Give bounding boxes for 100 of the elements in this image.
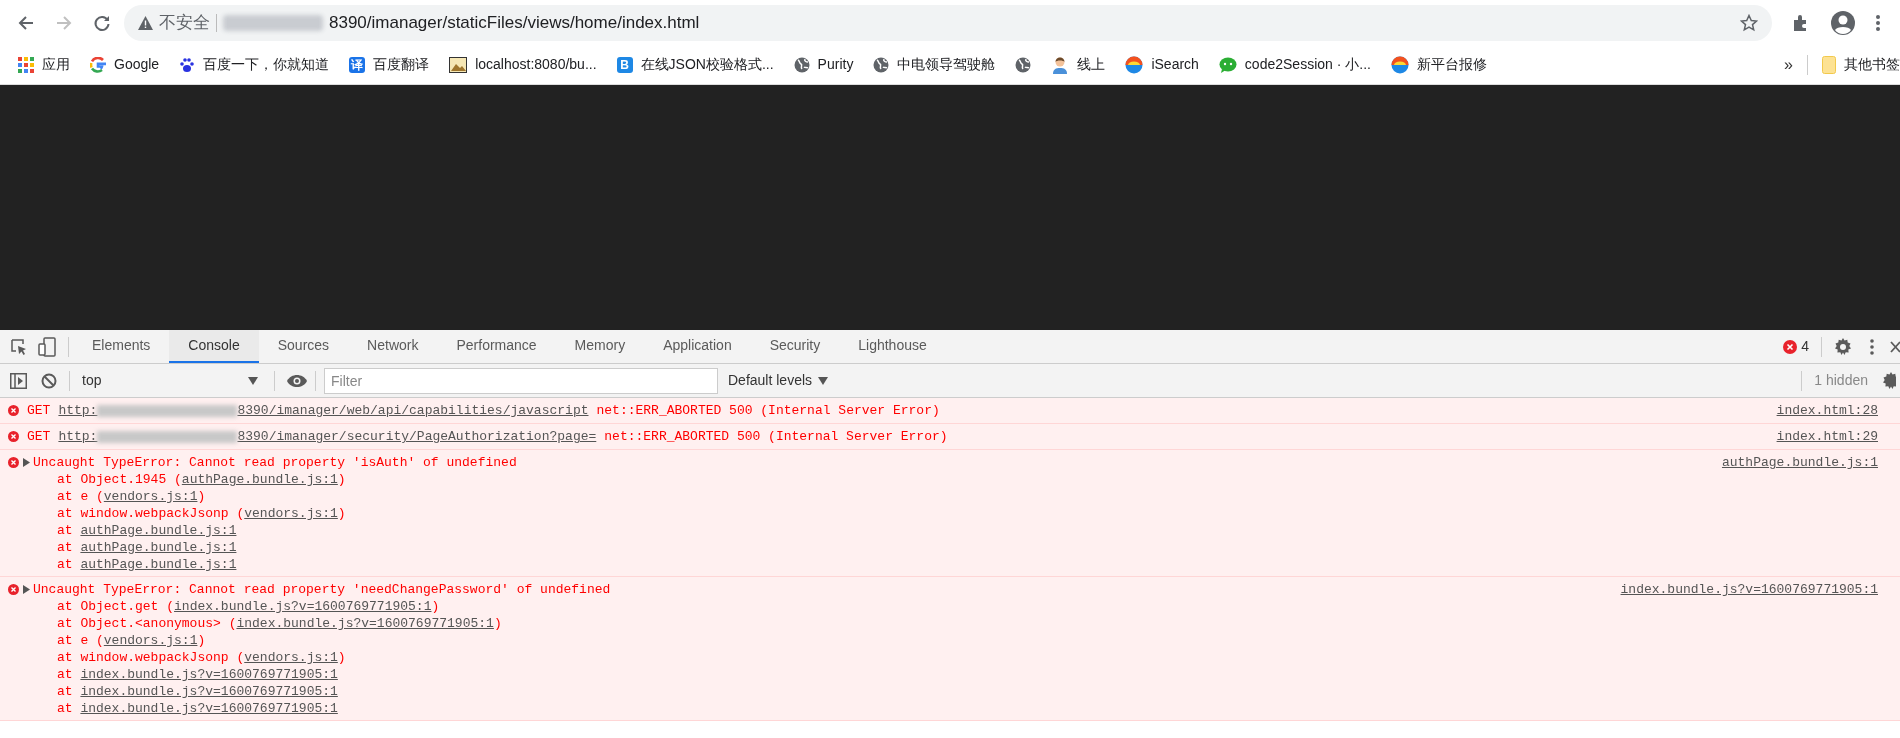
error-text: net::ERR_ABORTED 500 (Internal Server Error): [596, 402, 940, 419]
left-arrow-icon: [17, 13, 35, 32]
bookmark-item[interactable]: 应用: [18, 54, 70, 75]
devtools-tab[interactable]: Memory: [555, 330, 645, 363]
stack-frame-link[interactable]: vendors.js:1: [103, 488, 198, 505]
stack-frame-link[interactable]: index.bundle.js?v=1600769771905:1: [80, 666, 338, 683]
bookmark-item[interactable]: 百度一下，你就知道: [179, 54, 330, 75]
stack-frame-link[interactable]: authPage.bundle.js:1: [181, 471, 338, 488]
error-message: Uncaught TypeError: Cannot read property 'needChangePassword' of undefined: [33, 581, 611, 598]
clear-console-icon[interactable]: [41, 372, 57, 389]
stack-frame-link[interactable]: vendors.js:1: [103, 632, 198, 649]
expand-triangle-icon[interactable]: [23, 585, 31, 594]
stack-frame-text: ): [493, 615, 502, 632]
filter-input[interactable]: Filter: [324, 367, 718, 394]
error-icon: [8, 457, 19, 468]
stack-frame-link[interactable]: authPage.bundle.js:1: [80, 539, 237, 556]
url-text: 8390/imanager/staticFiles/views/home/index.html: [329, 11, 700, 34]
stack-frame-text: ): [337, 471, 346, 488]
request-url-link[interactable]: http: 8390/imanager/web/api/capabilities/javascript: [58, 402, 589, 419]
device-toolbar-icon[interactable]: [38, 336, 56, 357]
error-icon: [8, 405, 19, 416]
devtools-tab[interactable]: Application: [644, 330, 751, 363]
globe-icon: [793, 56, 810, 73]
address-bar[interactable]: 不安全 8390/imanager/staticFiles/views/home/index.html: [124, 4, 1772, 41]
stack-frame-text: at e (: [57, 488, 104, 505]
stack-frame-link[interactable]: index.bundle.js?v=1600769771905:1: [80, 683, 338, 700]
stack-frame-text: ): [337, 505, 346, 522]
request-url-link[interactable]: http: 8390/imanager/security/PageAuthorization?page=: [58, 428, 597, 445]
settings-icon[interactable]: [1834, 337, 1852, 356]
stack-frame-text: at Object.<anonymous> (: [57, 615, 237, 632]
expand-triangle-icon[interactable]: [23, 458, 31, 467]
stack-frame-text: ): [197, 488, 206, 505]
bookmark-folder[interactable]: 其他书签: [1822, 54, 1900, 75]
source-link[interactable]: index.bundle.js?v=1600769771905:1: [1620, 581, 1878, 598]
source-link[interactable]: authPage.bundle.js:1: [1721, 454, 1878, 471]
stack-frame-text: ): [197, 632, 206, 649]
person-icon: [1051, 55, 1070, 74]
bookmark-item[interactable]: code2Session · 小...: [1218, 54, 1371, 75]
right-arrow-icon: [55, 13, 73, 32]
stack-frame-text: at Object.get (: [57, 598, 175, 615]
bookmarks-overflow-button[interactable]: »: [1784, 52, 1793, 77]
stack-frame-text: at Object.1945 (: [57, 471, 182, 488]
source-link[interactable]: index.html:29: [1776, 428, 1878, 445]
stack-frame-text: at: [57, 700, 74, 717]
stack-frame-link[interactable]: index.bundle.js?v=1600769771905:1: [80, 700, 338, 717]
devtools-tab[interactable]: Elements: [73, 330, 170, 363]
stack-frame-link[interactable]: index.bundle.js?v=1600769771905:1: [174, 598, 432, 615]
devtools-tab[interactable]: Lighthouse: [839, 330, 946, 363]
swirl-logo-icon: [1390, 55, 1409, 74]
picture-icon: [449, 56, 468, 73]
log-levels-dropdown[interactable]: Default levels: [728, 370, 829, 391]
bookmark-item[interactable]: [1015, 56, 1032, 73]
bookmark-badge-icon: 译: [349, 56, 366, 73]
context-dropdown[interactable]: top: [70, 367, 270, 394]
request-method: GET: [27, 428, 51, 445]
star-icon[interactable]: [1740, 13, 1758, 32]
security-label: 不安全: [159, 11, 210, 34]
error-counter[interactable]: 4: [1783, 336, 1809, 357]
stack-frame-link[interactable]: authPage.bundle.js:1: [80, 522, 237, 539]
error-icon: [8, 431, 19, 442]
close-icon[interactable]: [1890, 340, 1900, 353]
stack-frame-text: ): [337, 649, 346, 666]
bookmark-item[interactable]: 译 百度翻译: [349, 54, 430, 75]
stack-frame-link[interactable]: authPage.bundle.js:1: [80, 556, 237, 573]
chat-bubble-icon: [1218, 56, 1237, 73]
error-text: net::ERR_ABORTED 500 (Internal Server Error): [604, 428, 948, 445]
bookmark-item[interactable]: iSearch: [1125, 54, 1199, 75]
inspect-icon[interactable]: [10, 337, 28, 356]
bookmark-item[interactable]: Google: [90, 54, 160, 75]
profile-icon[interactable]: [1830, 9, 1856, 36]
devtools-tab[interactable]: Network: [348, 330, 438, 363]
menu-icon[interactable]: [1876, 14, 1880, 31]
source-link[interactable]: index.html:28: [1776, 402, 1878, 419]
bookmark-item[interactable]: localhost:8080/bu...: [449, 54, 597, 75]
devtools-tab[interactable]: Console: [169, 330, 259, 363]
bookmark-item[interactable]: 线上: [1051, 54, 1106, 75]
error-icon: [8, 584, 19, 595]
sidebar-toggle-icon[interactable]: [10, 372, 27, 389]
devtools-tab[interactable]: Security: [750, 330, 840, 363]
more-options-icon[interactable]: [1870, 338, 1874, 355]
error-icon: [1783, 339, 1798, 354]
request-method: GET: [27, 402, 51, 419]
dropdown-arrow-icon: [248, 376, 258, 385]
reload-icon: [93, 13, 111, 32]
eye-icon[interactable]: [287, 373, 307, 388]
settings-icon[interactable]: [1882, 371, 1896, 390]
globe-icon: [873, 56, 890, 73]
bookmark-item[interactable]: Purity: [793, 54, 854, 75]
globe-icon: [1015, 56, 1032, 73]
folder-icon: [1822, 55, 1836, 74]
bookmark-item[interactable]: B 在线JSON校验格式...: [616, 54, 774, 75]
devtools-tab[interactable]: Performance: [437, 330, 556, 363]
devtools-tab[interactable]: Sources: [258, 330, 349, 363]
stack-frame-text: at: [57, 666, 74, 683]
bookmark-item[interactable]: 新平台报修: [1390, 54, 1487, 75]
stack-frame-link[interactable]: vendors.js:1: [244, 505, 338, 522]
bookmark-item[interactable]: 中电领导驾驶舱: [873, 54, 996, 75]
apps-grid-icon: [18, 56, 34, 73]
stack-frame-link[interactable]: index.bundle.js?v=1600769771905:1: [236, 615, 494, 632]
stack-frame-link[interactable]: vendors.js:1: [244, 649, 338, 666]
